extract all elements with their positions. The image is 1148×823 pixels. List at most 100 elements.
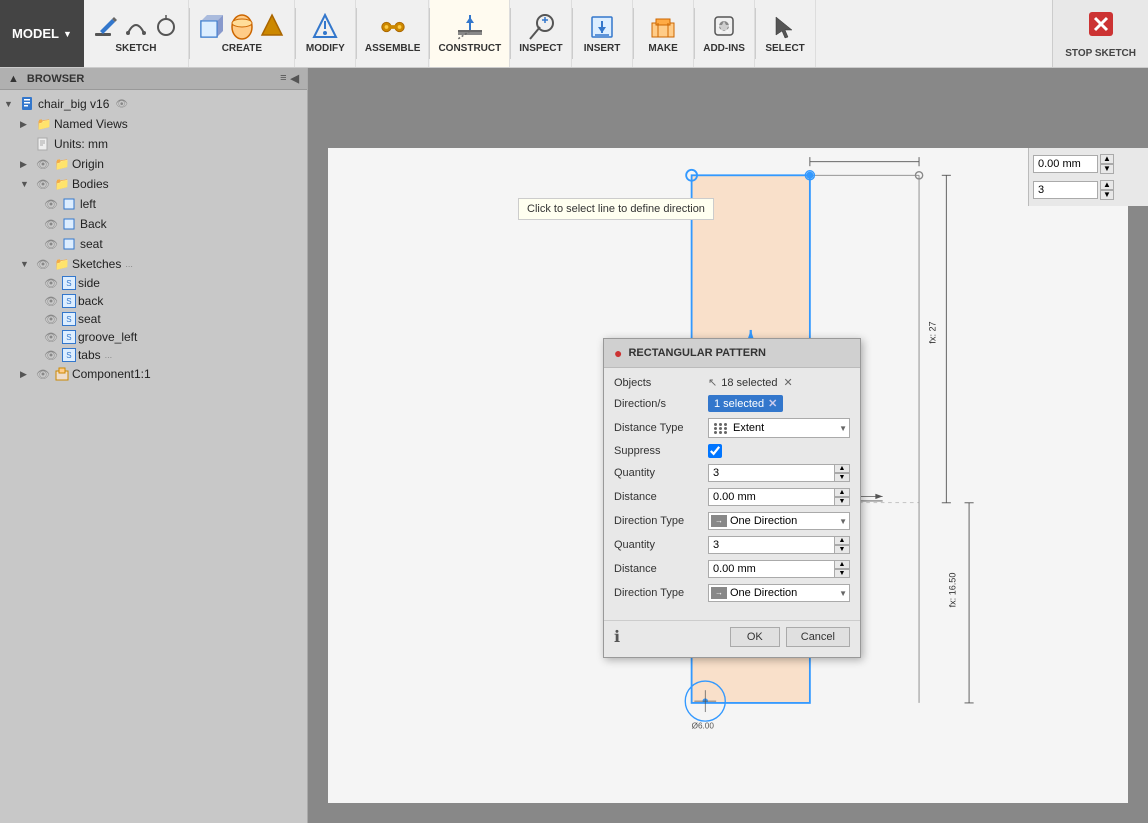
- form-row-direction-type1: Direction Type → One Direction ▼: [614, 512, 850, 530]
- direction-type2-value: One Direction: [730, 587, 839, 599]
- browser-collapse-icon[interactable]: ◀: [291, 72, 299, 85]
- directions-control: 1 selected ✕: [708, 395, 850, 412]
- distance1-arrows: ▲ ▼: [834, 488, 850, 506]
- dim-num-up-button[interactable]: ▲: [1100, 180, 1114, 190]
- browser-collapse-arrow[interactable]: ▲: [8, 73, 19, 85]
- directions-badge[interactable]: 1 selected ✕: [708, 395, 783, 412]
- browser-item-component[interactable]: ▶ 👁 Component1:1: [0, 364, 307, 384]
- direction-type1-value: One Direction: [730, 515, 839, 527]
- inspect-icon: [527, 13, 555, 41]
- dialog-title-text: RECTANGULAR PATTERN: [628, 347, 766, 359]
- form-row-objects: Objects ↖ 18 selected ✕: [614, 376, 850, 389]
- create-label: CREATE: [222, 43, 262, 54]
- bodies-eye-icon: 👁: [36, 178, 50, 191]
- dim-up-button[interactable]: ▲: [1100, 154, 1114, 164]
- browser-item-named-views[interactable]: ▶ 📁 Named Views: [0, 114, 307, 134]
- create-icon2: [228, 13, 256, 41]
- stop-sketch-button[interactable]: STOP SKETCH: [1052, 0, 1148, 67]
- groove-left-sketch-icon: S: [62, 330, 76, 344]
- distance2-down[interactable]: ▼: [834, 569, 850, 578]
- browser-root-item[interactable]: ▼ chair_big v16 👁: [0, 94, 307, 114]
- directions-value: 1 selected: [714, 398, 764, 410]
- browser-item-back[interactable]: 👁 Back: [0, 214, 307, 234]
- distance1-label: Distance: [614, 491, 704, 503]
- cancel-button[interactable]: Cancel: [786, 627, 850, 647]
- distance1-down[interactable]: ▼: [834, 497, 850, 506]
- toolbar-group-sketch[interactable]: SKETCH: [84, 0, 189, 67]
- browser-item-back-sketch[interactable]: 👁 S back: [0, 292, 307, 310]
- quantity2-control: 3 ▲ ▼: [708, 536, 850, 554]
- modify-label: MODIFY: [306, 43, 345, 54]
- ok-button[interactable]: OK: [730, 627, 780, 647]
- toolbar-group-inspect[interactable]: INSPECT: [511, 0, 571, 67]
- quantity1-up[interactable]: ▲: [834, 464, 850, 473]
- dialog-info-icon[interactable]: ℹ: [614, 627, 620, 647]
- suppress-control: [708, 444, 850, 458]
- assemble-icons: [379, 13, 407, 41]
- toolbar-group-assemble[interactable]: ASSEMBLE: [357, 0, 430, 67]
- browser-item-tabs[interactable]: 👁 S tabs ...: [0, 346, 307, 364]
- dim-input-num[interactable]: 3: [1033, 181, 1098, 199]
- objects-x-btn[interactable]: ✕: [783, 376, 792, 389]
- svg-text:Ø6.00: Ø6.00: [692, 721, 715, 730]
- construct-icons: [456, 13, 484, 41]
- dim-num-down-button[interactable]: ▼: [1100, 190, 1114, 200]
- objects-label: Objects: [614, 377, 704, 389]
- browser-item-bodies[interactable]: ▼ 👁 📁 Bodies: [0, 174, 307, 194]
- dim-input-value[interactable]: 0.00 mm: [1033, 155, 1098, 173]
- toolbar-group-create[interactable]: CREATE: [190, 0, 295, 67]
- quantity2-up[interactable]: ▲: [834, 536, 850, 545]
- browser-item-groove-left[interactable]: 👁 S groove_left: [0, 328, 307, 346]
- browser-item-seat-sketch[interactable]: 👁 S seat: [0, 310, 307, 328]
- browser-item-origin[interactable]: ▶ 👁 📁 Origin: [0, 154, 307, 174]
- browser-item-units[interactable]: Units: mm: [0, 134, 307, 154]
- root-label: chair_big v16: [38, 97, 109, 111]
- toolbar-group-modify[interactable]: MODIFY: [296, 0, 356, 67]
- distance1-up[interactable]: ▲: [834, 488, 850, 497]
- direction-type1-icon: →: [711, 515, 727, 527]
- rectangular-pattern-dialog: ● RECTANGULAR PATTERN Objects ↖ 18 selec…: [603, 338, 861, 658]
- toolbar-group-make[interactable]: MAKE: [634, 0, 694, 67]
- toolbar-group-select[interactable]: SELECT: [756, 0, 816, 67]
- browser-item-seat-body[interactable]: 👁 seat: [0, 234, 307, 254]
- named-views-folder-icon: 📁: [36, 116, 52, 132]
- browser-item-sketches[interactable]: ▼ 👁 📁 Sketches ...: [0, 254, 307, 274]
- suppress-checkbox[interactable]: [708, 444, 722, 458]
- root-file-icon: [20, 96, 36, 112]
- seat-eye-icon: 👁: [44, 238, 58, 251]
- modify-icon1: [311, 13, 339, 41]
- make-label: MAKE: [648, 43, 677, 54]
- back-sketch-label: back: [78, 294, 103, 308]
- form-row-suppress: Suppress: [614, 444, 850, 458]
- dim-down-button[interactable]: ▼: [1100, 164, 1114, 174]
- dialog-title-bar: ● RECTANGULAR PATTERN: [604, 339, 860, 368]
- direction-type2-control: → One Direction ▼: [708, 584, 850, 602]
- quantity1-down[interactable]: ▼: [834, 473, 850, 482]
- stop-sketch-icon: [1085, 8, 1117, 46]
- distance-type-control: Extent ▼: [708, 418, 850, 438]
- quantity2-down[interactable]: ▼: [834, 545, 850, 554]
- browser-item-left[interactable]: 👁 left: [0, 194, 307, 214]
- directions-x-btn[interactable]: ✕: [768, 397, 777, 410]
- browser-item-side[interactable]: 👁 S side: [0, 274, 307, 292]
- toolbar-group-insert[interactable]: INSERT: [573, 0, 633, 67]
- bodies-folder-icon: 📁: [54, 176, 70, 192]
- sketch-icon1: [92, 13, 120, 41]
- toolbar-group-addins[interactable]: ADD-INS: [695, 0, 755, 67]
- insert-label: INSERT: [584, 43, 621, 54]
- distance2-up[interactable]: ▲: [834, 560, 850, 569]
- browser-more-icon[interactable]: ≡: [280, 72, 286, 85]
- model-button[interactable]: MODEL ▼: [0, 0, 84, 67]
- back-body-icon: [62, 216, 78, 232]
- distance2-input[interactable]: 0.00 mm: [708, 560, 850, 578]
- form-row-distance1: Distance 0.00 mm ▲ ▼: [614, 488, 850, 506]
- quantity2-input[interactable]: 3: [708, 536, 850, 554]
- dialog-close-dot[interactable]: ●: [614, 345, 622, 361]
- construct-label: CONSTRUCT: [438, 43, 501, 54]
- dim-input-row-2: 3 ▲ ▼: [1033, 180, 1144, 200]
- quantity1-input[interactable]: 3: [708, 464, 850, 482]
- create-icon1: [198, 13, 226, 41]
- distance1-input[interactable]: 0.00 mm: [708, 488, 850, 506]
- back-sketch-icon: S: [62, 294, 76, 308]
- toolbar-group-construct[interactable]: CONSTRUCT: [430, 0, 510, 67]
